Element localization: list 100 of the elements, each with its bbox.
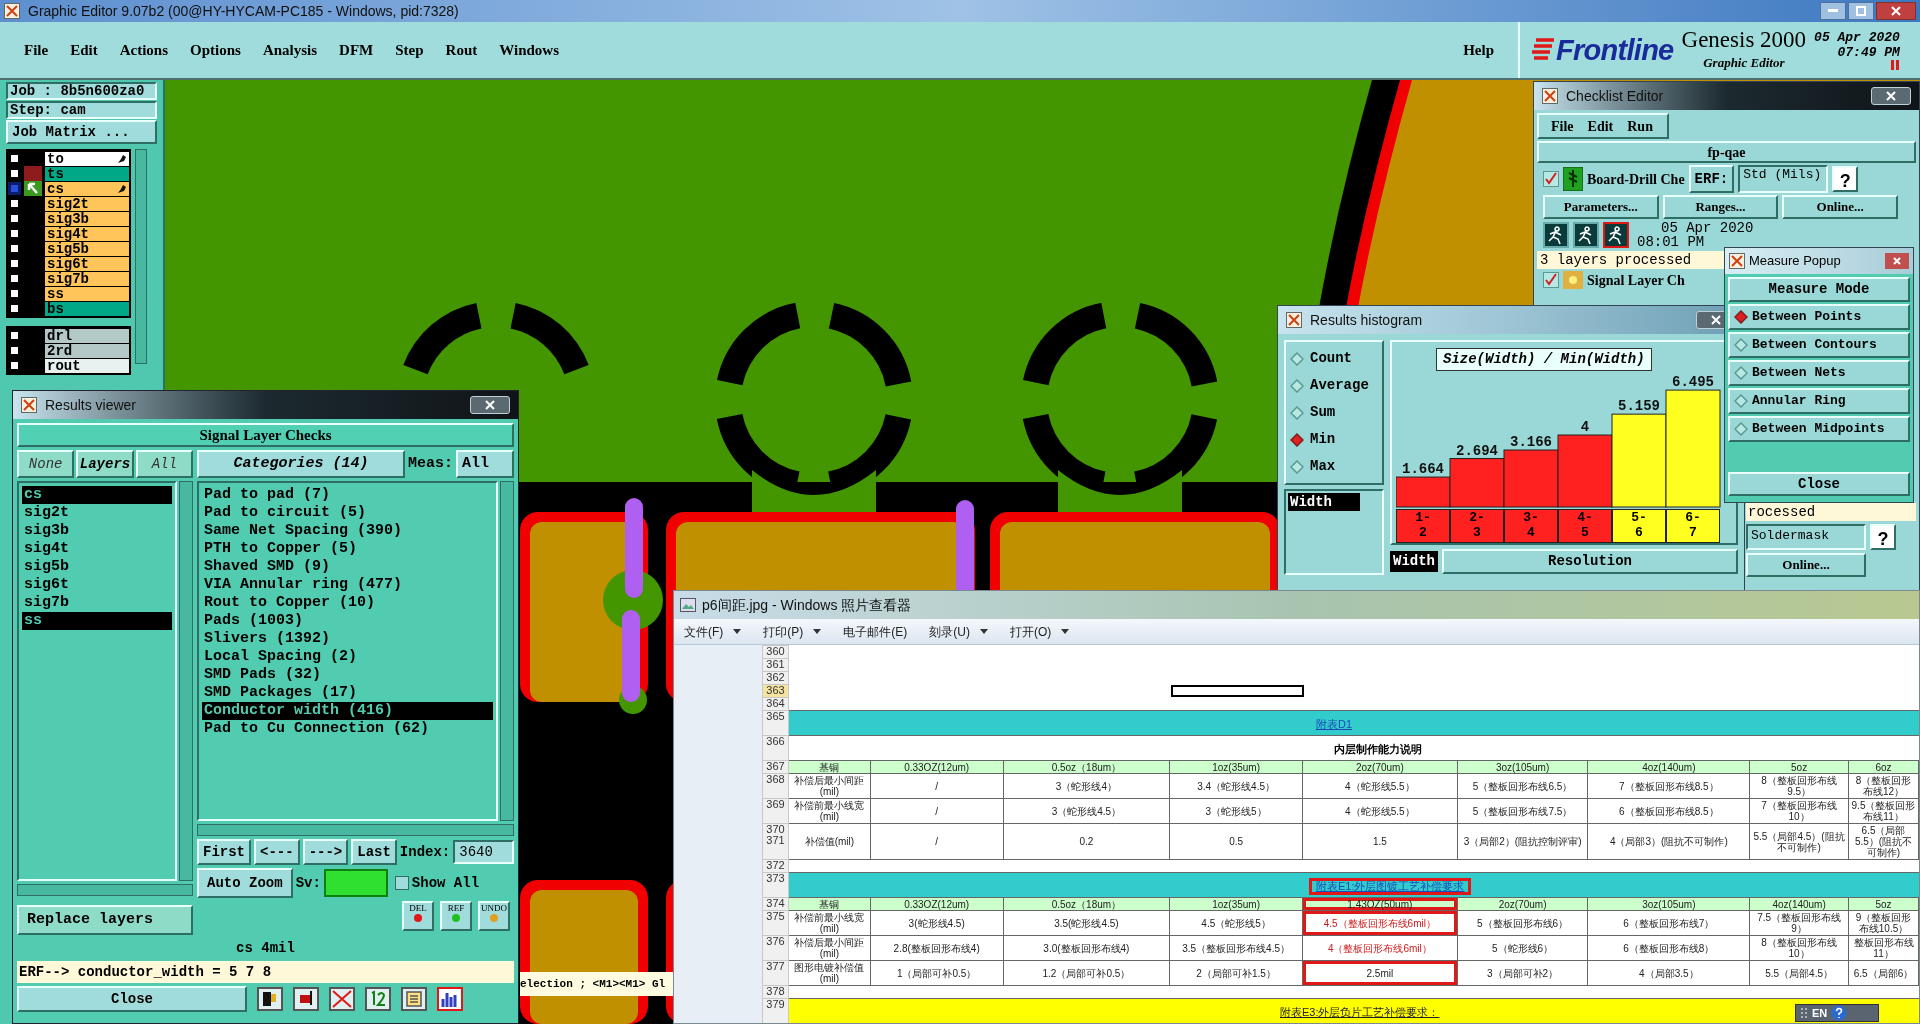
close-button[interactable] <box>1876 2 1916 20</box>
layer-checkbox[interactable] <box>8 152 21 165</box>
list-item[interactable]: SMD Packages (17) <box>202 684 493 702</box>
list-item[interactable]: sig4t <box>22 540 172 558</box>
nav-button[interactable]: First <box>197 839 251 865</box>
number-icon[interactable] <box>365 987 391 1011</box>
scrollbar[interactable] <box>500 481 514 821</box>
check-name[interactable]: Signal Layer Ch <box>1587 269 1685 291</box>
layer-icon[interactable] <box>257 987 283 1011</box>
nav-button[interactable]: Last <box>351 839 397 865</box>
job-matrix-button[interactable]: Job Matrix ... <box>6 120 157 144</box>
radio-diamond[interactable] <box>1734 338 1748 352</box>
list-item[interactable]: sig7b <box>22 594 172 612</box>
layer-checkbox[interactable] <box>8 167 21 180</box>
maximize-button[interactable] <box>1848 2 1874 20</box>
help-menu[interactable]: Help <box>1463 38 1494 62</box>
layer-checkbox[interactable] <box>8 212 21 225</box>
close-button[interactable]: Close <box>1728 472 1910 496</box>
radio-diamond[interactable] <box>1734 366 1748 380</box>
layer-name[interactable]: drl <box>45 328 129 343</box>
bar-chart-icon[interactable] <box>437 987 463 1011</box>
nav-button[interactable]: ---> <box>302 839 349 865</box>
list-item[interactable]: Rout to Copper (10) <box>202 594 493 612</box>
flag-icon[interactable] <box>293 987 319 1011</box>
list-item[interactable]: Same Net Spacing (390) <box>202 522 493 540</box>
layer-checkbox[interactable] <box>8 359 21 372</box>
menu-item[interactable]: File <box>24 38 49 62</box>
layer-checkbox[interactable] <box>8 302 21 315</box>
radio-diamond[interactable] <box>1734 422 1748 436</box>
auto-zoom-dropdown[interactable]: Auto Zoom <box>197 868 293 898</box>
viewer-menu-item[interactable]: 打开(O) <box>1010 622 1070 641</box>
scrollbar[interactable] <box>135 149 147 364</box>
runner-icon[interactable] <box>1573 222 1599 248</box>
layer-checkbox[interactable] <box>8 272 21 285</box>
check-mark[interactable] <box>1543 171 1559 187</box>
menu-item[interactable]: DFM <box>339 38 374 62</box>
layer-name[interactable]: to <box>45 151 129 166</box>
list-item[interactable]: Pad to circuit (5) <box>202 504 493 522</box>
list-item[interactable]: Width <box>1288 493 1360 511</box>
mode-option[interactable]: Annular Ring <box>1728 388 1910 414</box>
menu-item[interactable]: Analysis <box>262 38 318 62</box>
replace-layers-dropdown[interactable]: Replace layers <box>17 905 193 935</box>
tool-button[interactable]: REF <box>440 901 472 931</box>
layer-name[interactable]: sig6t <box>45 256 129 271</box>
menu-item[interactable]: Step <box>395 38 424 62</box>
layer-name[interactable]: cs <box>45 181 129 196</box>
list-item[interactable]: VIA Annular ring (477) <box>202 576 493 594</box>
layer-checkbox[interactable] <box>8 197 21 210</box>
list-item[interactable]: cs <box>22 486 172 504</box>
section-link[interactable]: 附表E3:外层负片工艺补偿要求： <box>1272 1004 1447 1021</box>
mode-option[interactable]: Between Points <box>1728 304 1910 330</box>
action-button[interactable]: Ranges... <box>1662 195 1779 219</box>
menu-item[interactable]: Edit <box>1587 115 1614 137</box>
viewer-menu-item[interactable]: 刻录(U) <box>929 622 988 641</box>
filter-button[interactable]: All <box>135 450 193 478</box>
layer-name[interactable]: sig3b <box>45 211 129 226</box>
list-item[interactable]: Local Spacing (2) <box>202 648 493 666</box>
check-name[interactable]: Board-Drill Che <box>1587 168 1685 190</box>
layer-name[interactable]: rout <box>45 358 129 373</box>
scrollbar[interactable] <box>197 824 514 836</box>
filter-button[interactable]: None <box>17 450 75 478</box>
action-button[interactable]: Online... <box>1782 195 1898 219</box>
tool-button[interactable]: DEL <box>402 901 434 931</box>
list-item[interactable]: sig6t <box>22 576 172 594</box>
list-item[interactable]: Conductor width (416) <box>202 702 493 720</box>
language-bar[interactable]: EN <box>1795 1004 1879 1022</box>
erf-field[interactable]: Std (Mils) <box>1738 165 1829 193</box>
list-item[interactable]: SMD Pads (32) <box>202 666 493 684</box>
menu-item[interactable]: Options <box>190 38 241 62</box>
close-button[interactable] <box>1885 253 1909 269</box>
layer-name[interactable]: ts <box>45 166 129 181</box>
layer-name[interactable]: bs <box>45 301 129 316</box>
layer-checkbox[interactable] <box>8 182 21 195</box>
scrollbar[interactable] <box>179 481 193 881</box>
tool-button[interactable]: UNDO <box>478 901 510 931</box>
layer-checkbox[interactable] <box>8 227 21 240</box>
menu-item[interactable]: Run <box>1627 115 1653 137</box>
minimize-button[interactable] <box>1820 2 1846 20</box>
menu-item[interactable]: Edit <box>70 38 98 62</box>
severity-dropdown[interactable] <box>323 869 388 897</box>
nav-button[interactable]: <--- <box>254 839 300 865</box>
menu-item[interactable]: File <box>1551 115 1574 137</box>
layer-name[interactable]: sig7b <box>45 271 129 286</box>
layer-checkbox[interactable] <box>8 257 21 270</box>
scrollbar[interactable] <box>17 884 193 896</box>
radio-diamond[interactable] <box>1290 378 1304 393</box>
list-item[interactable]: PTH to Copper (5) <box>202 540 493 558</box>
viewer-menu-item[interactable]: 打印(P) <box>763 622 822 641</box>
menu-item[interactable]: Rout <box>445 38 478 62</box>
check-mark[interactable] <box>1543 272 1559 288</box>
layer-name[interactable]: ss <box>45 286 129 301</box>
help-button[interactable]: ? <box>1870 524 1896 550</box>
radio-diamond[interactable] <box>1734 394 1748 408</box>
radio-diamond[interactable] <box>1290 351 1304 366</box>
menu-item[interactable]: Actions <box>119 38 168 62</box>
layer-checkbox[interactable] <box>8 344 21 357</box>
runner-icon[interactable] <box>1603 222 1629 248</box>
menu-item[interactable]: Windows <box>499 38 559 62</box>
show-all-checkbox[interactable] <box>394 876 409 890</box>
section-link[interactable]: 附表E1:外层图镀工艺补偿要求 <box>1308 878 1472 895</box>
